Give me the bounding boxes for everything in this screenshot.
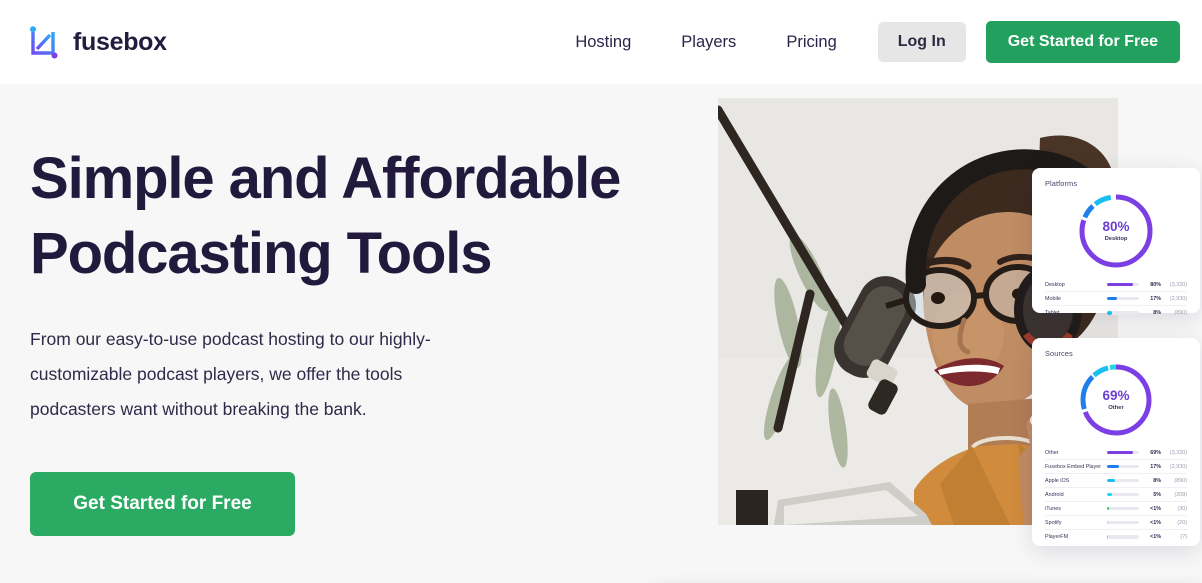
platforms-donut-chart: 80% Desktop <box>1045 190 1187 272</box>
sources-analytics-card: Sources 69% Other Other 69% (3,320) Fuse… <box>1032 338 1200 546</box>
list-item: Apple iOS 8% (890) <box>1045 474 1187 488</box>
sources-donut-chart: 69% Other <box>1045 360 1187 440</box>
row-label: Spotify <box>1045 519 1062 526</box>
row-label: Android <box>1045 491 1064 498</box>
row-bar <box>1107 492 1139 497</box>
row-percent: 8% <box>1153 310 1161 316</box>
nav-get-started-button[interactable]: Get Started for Free <box>985 21 1180 63</box>
row-bar <box>1107 450 1139 455</box>
row-count: (7) <box>1180 534 1187 540</box>
nav-link-hosting[interactable]: Hosting <box>550 33 656 52</box>
list-item: Fusebox Embed Player 17% (2,930) <box>1045 460 1187 474</box>
hero-section: Simple and Affordable Podcasting Tools F… <box>0 84 1202 583</box>
row-percent: 17% <box>1150 295 1161 302</box>
platforms-breakdown-list: Desktop 80% (3,320) Mobile 17% (2,930) T… <box>1045 278 1187 320</box>
row-label: Other <box>1045 449 1059 456</box>
row-count: (2,930) <box>1169 463 1187 470</box>
list-item: Tablet 8% (890) <box>1045 306 1187 320</box>
list-item: iTunes <1% (30) <box>1045 502 1187 516</box>
row-percent: 80% <box>1150 281 1161 288</box>
row-count: (3,320) <box>1169 281 1187 288</box>
row-percent: 69% <box>1150 449 1161 456</box>
row-bar <box>1107 520 1139 525</box>
row-bar <box>1107 282 1139 287</box>
row-label: Desktop <box>1045 281 1065 288</box>
brand-name: fusebox <box>73 27 167 56</box>
hero-get-started-button[interactable]: Get Started for Free <box>30 472 295 536</box>
row-percent: 17% <box>1150 463 1161 470</box>
row-label: Tablet <box>1045 310 1060 316</box>
hero-title-line-2: Podcasting Tools <box>30 220 493 286</box>
main-nav: Hosting Players Pricing Log In Get Start… <box>550 21 1180 63</box>
sources-donut-percent: 69% <box>1102 387 1130 403</box>
row-percent: <1% <box>1150 519 1161 526</box>
nav-link-players[interactable]: Players <box>656 33 761 52</box>
list-item: Desktop 80% (3,320) <box>1045 278 1187 292</box>
sources-donut-label: Other <box>1108 405 1124 412</box>
row-percent: 5% <box>1153 491 1161 498</box>
row-count: (3,320) <box>1169 449 1187 456</box>
row-label: PlayerFM <box>1045 534 1069 540</box>
sources-breakdown-list: Other 69% (3,320) Fusebox Embed Player 1… <box>1045 446 1187 544</box>
row-bar <box>1107 535 1139 539</box>
row-percent: 8% <box>1153 477 1161 484</box>
fusebox-logo-icon <box>28 25 60 59</box>
row-count: (890) <box>1174 477 1187 484</box>
list-item: Android 5% (209) <box>1045 488 1187 502</box>
row-count: (2,930) <box>1169 295 1187 302</box>
login-button[interactable]: Log In <box>877 22 966 62</box>
hero-title-line-1: Simple and Affordable <box>30 146 621 211</box>
site-header: fusebox Hosting Players Pricing Log In G… <box>0 0 1202 84</box>
row-percent: <1% <box>1150 505 1161 512</box>
row-label: Fusebox Embed Player <box>1045 463 1102 470</box>
row-bar <box>1107 464 1139 469</box>
hero-copy: Simple and Affordable Podcasting Tools F… <box>30 142 670 427</box>
platforms-donut-label: Desktop <box>1104 236 1128 243</box>
row-count: (890) <box>1174 310 1187 316</box>
page-title: Simple and Affordable Podcasting Tools <box>30 142 670 292</box>
row-count: (209) <box>1174 491 1187 498</box>
list-item: PlayerFM <1% (7) <box>1045 530 1187 544</box>
sources-card-title: Sources <box>1045 349 1073 358</box>
list-item: Spotify <1% (20) <box>1045 516 1187 530</box>
brand-logo[interactable]: fusebox <box>28 25 167 59</box>
row-bar <box>1107 506 1139 511</box>
list-item: Mobile 17% (2,930) <box>1045 292 1187 306</box>
nav-link-pricing[interactable]: Pricing <box>761 33 861 52</box>
row-bar <box>1107 311 1139 315</box>
platforms-card-title: Platforms <box>1045 179 1078 188</box>
row-label: Mobile <box>1045 295 1061 302</box>
list-item: Other 69% (3,320) <box>1045 446 1187 460</box>
row-bar <box>1107 478 1139 483</box>
platforms-analytics-card: Platforms 80% Desktop Desktop 80% (3,320… <box>1032 168 1200 316</box>
row-percent: <1% <box>1150 534 1161 540</box>
row-label: Apple iOS <box>1045 477 1070 484</box>
row-bar <box>1107 296 1139 301</box>
hero-subtitle: From our easy-to-use podcast hosting to … <box>30 328 431 419</box>
row-count: (20) <box>1177 519 1187 526</box>
row-count: (30) <box>1177 505 1187 512</box>
landing-page: fusebox Hosting Players Pricing Log In G… <box>0 0 1202 583</box>
row-label: iTunes <box>1045 505 1061 512</box>
platforms-donut-percent: 80% <box>1102 218 1130 234</box>
